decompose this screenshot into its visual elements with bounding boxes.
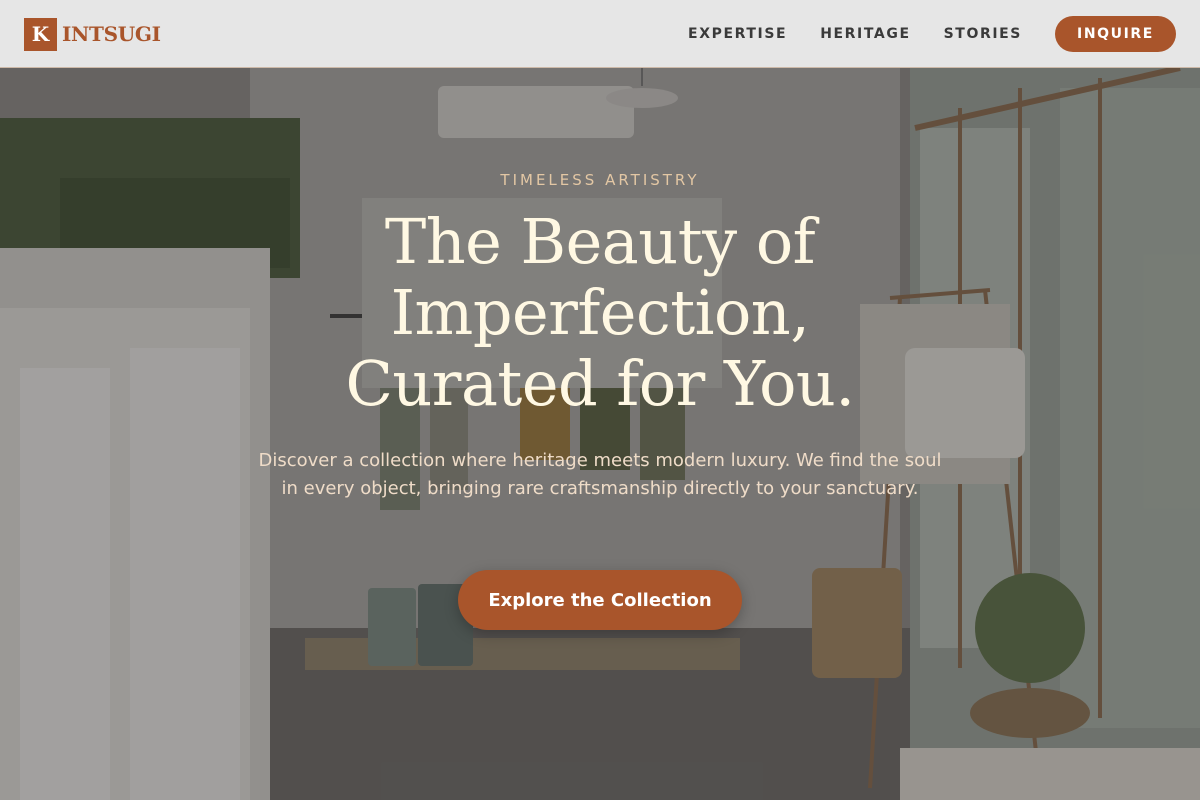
hero-eyebrow: TIMELESS ARTISTRY	[500, 171, 700, 189]
headline-line-3: Curated for You.	[345, 347, 855, 420]
explore-collection-button[interactable]: Explore the Collection	[458, 570, 742, 630]
nav-link-expertise[interactable]: EXPERTISE	[688, 26, 787, 42]
hero-headline: The Beauty of Imperfection, Curated for …	[250, 206, 950, 419]
hero-subtext: Discover a collection where heritage mee…	[258, 450, 942, 499]
logo-wordmark: INTSUGI	[62, 22, 161, 46]
nav-link-stories[interactable]: STORIES	[944, 26, 1022, 42]
nav-link-heritage[interactable]: HERITAGE	[820, 26, 910, 42]
site-header: K INTSUGI EXPERTISE HERITAGE STORIES INQ…	[0, 0, 1200, 68]
main-nav: EXPERTISE HERITAGE STORIES INQUIRE	[688, 16, 1176, 52]
headline-line-2: Imperfection,	[390, 276, 810, 349]
brand-logo[interactable]: K INTSUGI	[24, 17, 161, 51]
logo-mark: K	[24, 17, 57, 51]
hero-section: TIMELESS ARTISTRY The Beauty of Imperfec…	[0, 68, 1200, 800]
headline-line-1: The Beauty of	[384, 205, 816, 278]
inquire-button[interactable]: INQUIRE	[1055, 16, 1176, 52]
